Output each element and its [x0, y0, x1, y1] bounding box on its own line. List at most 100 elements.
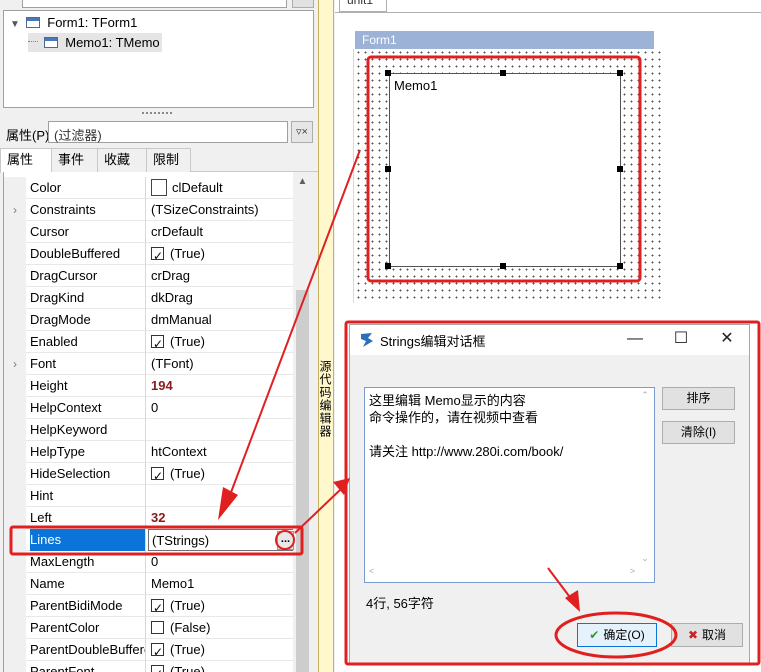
strings-memo[interactable]: 这里编辑 Memo显示的内容 命令操作的，请在视频中查看 请关注 http://… — [364, 387, 655, 583]
scroll-up-icon[interactable]: ⌃ — [638, 390, 652, 401]
property-row-parentfont[interactable]: ParentFont (True) — [4, 661, 293, 672]
component-selector-button[interactable] — [292, 0, 314, 8]
tab-events[interactable]: 事件 — [51, 148, 98, 172]
resize-handle[interactable] — [385, 70, 391, 76]
expand-icon[interactable]: › — [4, 199, 26, 221]
checkbox[interactable] — [151, 641, 164, 661]
tab-favorites[interactable]: 收藏夹 — [97, 148, 147, 189]
checkbox[interactable] — [151, 333, 164, 353]
maximize-button[interactable]: ☐ — [658, 325, 704, 355]
minimize-button[interactable]: — — [612, 325, 658, 355]
checkbox[interactable] — [151, 663, 164, 672]
property-value[interactable]: (True) — [148, 661, 293, 672]
filter-input[interactable]: (过滤器) — [48, 121, 288, 143]
property-row-parentdoublebuffered[interactable]: ParentDoubleBuffered (True) — [4, 639, 293, 661]
property-value[interactable]: dmManual — [148, 309, 293, 331]
memo1-component[interactable]: Memo1 — [389, 73, 621, 267]
scroll-down-icon[interactable]: ⌄ — [638, 553, 652, 564]
property-row-helptype[interactable]: HelpType htContext — [4, 441, 293, 463]
property-row-left[interactable]: Left 32 — [4, 507, 293, 529]
checkbox[interactable] — [151, 597, 164, 617]
scrollbar-thumb[interactable] — [296, 290, 309, 672]
property-value[interactable]: (True) — [148, 639, 293, 661]
resize-handle[interactable] — [385, 166, 391, 172]
property-row-helpcontext[interactable]: HelpContext 0 — [4, 397, 293, 419]
property-value[interactable]: (TFont) — [148, 353, 293, 375]
scroll-right-icon[interactable]: > — [630, 566, 635, 576]
tab-unit1[interactable]: unit1 — [339, 0, 387, 12]
property-row-parentcolor[interactable]: ParentColor (False) — [4, 617, 293, 639]
property-value[interactable]: (True) — [148, 331, 293, 353]
property-row-cursor[interactable]: Cursor crDefault — [4, 221, 293, 243]
property-row-lines[interactable]: Lines (TStrings) — [4, 529, 293, 551]
tree-node-form1[interactable]: ▼ Form1: TForm1 — [10, 13, 137, 32]
resize-handle[interactable] — [617, 263, 623, 269]
resize-handle[interactable] — [617, 70, 623, 76]
property-row-height[interactable]: Height 194 — [4, 375, 293, 397]
source-editor-label[interactable]: 源代码编辑器 — [318, 360, 334, 438]
property-value[interactable]: clDefault — [148, 177, 293, 199]
checkbox[interactable] — [151, 245, 164, 265]
property-row-helpkeyword[interactable]: HelpKeyword — [4, 419, 293, 441]
property-row-enabled[interactable]: Enabled (True) — [4, 331, 293, 353]
editor-splitter[interactable] — [318, 0, 334, 672]
close-button[interactable]: ✕ — [704, 325, 750, 355]
resize-handle[interactable] — [500, 70, 506, 76]
property-value[interactable]: Memo1 — [148, 573, 293, 595]
resize-handle[interactable] — [385, 263, 391, 269]
checkbox[interactable] — [151, 621, 164, 634]
property-row-constraints[interactable]: › Constraints (TSizeConstraints) — [4, 199, 293, 221]
clear-button[interactable]: 清除(I) — [662, 421, 735, 444]
property-row-dragkind[interactable]: DragKind dkDrag — [4, 287, 293, 309]
cancel-button[interactable]: ✖ 取消 — [671, 623, 743, 647]
property-grid-scrollbar[interactable]: ▲ — [294, 172, 311, 672]
tree-node-memo1[interactable]: Memo1: TMemo — [28, 33, 162, 52]
property-row-dragcursor[interactable]: DragCursor crDrag — [4, 265, 293, 287]
property-row-dragmode[interactable]: DragMode dmManual — [4, 309, 293, 331]
property-value[interactable]: dkDrag — [148, 287, 293, 309]
dialog-titlebar[interactable]: Strings编辑对话框 — ☐ ✕ — [350, 325, 749, 355]
property-value[interactable]: 0 — [148, 397, 293, 419]
property-row-hint[interactable]: Hint — [4, 485, 293, 507]
property-value[interactable]: (True) — [148, 463, 293, 485]
resize-handle[interactable] — [617, 166, 623, 172]
property-row-font[interactable]: › Font (TFont) — [4, 353, 293, 375]
property-row-color[interactable]: Color clDefault — [4, 177, 293, 199]
property-value[interactable] — [148, 419, 293, 441]
sort-button[interactable]: 排序 — [662, 387, 735, 410]
property-value[interactable]: 32 — [148, 507, 293, 529]
clear-filter-icon[interactable]: ▿× — [291, 121, 313, 143]
property-row-name[interactable]: Name Memo1 — [4, 573, 293, 595]
property-row-hideselection[interactable]: HideSelection (True) — [4, 463, 293, 485]
component-selector[interactable] — [22, 0, 287, 8]
expand-icon[interactable]: › — [4, 353, 26, 375]
property-value[interactable] — [148, 485, 293, 507]
property-row-maxlength[interactable]: MaxLength 0 — [4, 551, 293, 573]
property-value[interactable]: crDrag — [148, 265, 293, 287]
tab-restricted[interactable]: 限制 — [146, 148, 191, 172]
splitter-grip[interactable] — [142, 112, 172, 115]
property-value[interactable]: 194 — [148, 375, 293, 397]
row-gutter — [4, 309, 26, 331]
memo-vertical-scrollbar[interactable]: ⌃ ⌄ — [638, 390, 652, 564]
property-value[interactable]: (False) — [148, 617, 293, 639]
tab-properties[interactable]: 属性 — [0, 148, 52, 173]
property-value[interactable]: (True) — [148, 243, 293, 265]
checkbox[interactable] — [151, 465, 164, 485]
scroll-up-icon[interactable]: ▲ — [294, 176, 311, 187]
memo-horizontal-scrollbar[interactable]: < > — [367, 566, 637, 580]
property-value[interactable]: (TStrings) — [148, 529, 293, 551]
property-value[interactable]: crDefault — [148, 221, 293, 243]
row-gutter — [4, 331, 26, 353]
property-row-parentbidimode[interactable]: ParentBidiMode (True) — [4, 595, 293, 617]
collapse-icon[interactable]: ▼ — [10, 15, 22, 34]
property-value[interactable]: 0 — [148, 551, 293, 573]
ok-button[interactable]: ✔ 确定(O) — [577, 623, 657, 647]
property-value[interactable]: (True) — [148, 595, 293, 617]
property-value[interactable]: (TSizeConstraints) — [148, 199, 293, 221]
scroll-left-icon[interactable]: < — [369, 566, 374, 576]
property-row-doublebuffered[interactable]: DoubleBuffered (True) — [4, 243, 293, 265]
lines-edit-button[interactable]: ... — [277, 531, 294, 550]
resize-handle[interactable] — [500, 263, 506, 269]
property-value[interactable]: htContext — [148, 441, 293, 463]
